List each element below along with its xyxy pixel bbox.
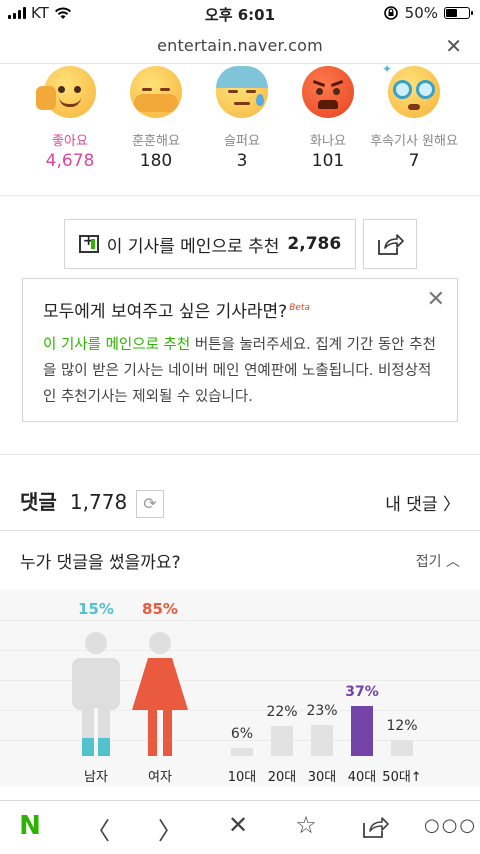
comments-header: 댓글 1,778 ⟳ 내 댓글 〉 bbox=[20, 486, 460, 522]
chevron-right-icon: 〉 bbox=[443, 495, 460, 515]
divider bbox=[0, 454, 480, 455]
reaction-warm[interactable]: 훈훈해요 180 bbox=[108, 66, 204, 171]
reaction-count: 4,678 bbox=[45, 151, 95, 171]
close-icon[interactable]: ✕ bbox=[427, 287, 445, 312]
reaction-sad[interactable]: 슬퍼요 3 bbox=[194, 66, 290, 171]
battery-percent: 50% bbox=[404, 4, 438, 22]
share-icon bbox=[378, 234, 404, 255]
reaction-angry[interactable]: 화나요 101 bbox=[280, 66, 376, 171]
female-figure-icon bbox=[132, 632, 188, 756]
reaction-count: 3 bbox=[236, 151, 248, 171]
rotation-lock-icon bbox=[383, 6, 398, 20]
recommend-info-box: 모두에게 보여주고 싶은 기사라면? Beta 이 기사를 메인으로 추천 버튼을… bbox=[22, 278, 458, 422]
info-title: 모두에게 보여주고 싶은 기사라면? Beta bbox=[43, 302, 310, 322]
male-label: 남자 bbox=[84, 770, 108, 785]
female-label: 여자 bbox=[148, 770, 172, 785]
bottom-toolbar: N 〈 〉 ✕ ☆ ○○○ bbox=[0, 800, 480, 854]
url-text[interactable]: entertain.naver.com bbox=[0, 36, 480, 55]
fold-button[interactable]: 접기 ︿ bbox=[416, 551, 460, 571]
comments-title: 댓글 bbox=[20, 490, 57, 514]
age-percent: 6% bbox=[230, 726, 254, 742]
recommend-icon bbox=[78, 233, 99, 253]
glasses-face-icon: ✦ bbox=[382, 62, 440, 118]
like-face-icon bbox=[36, 66, 96, 118]
reaction-label: 좋아요 bbox=[52, 134, 88, 149]
my-comments-link[interactable]: 내 댓글 〉 bbox=[385, 490, 460, 515]
share-icon[interactable] bbox=[355, 811, 395, 845]
reaction-count: 180 bbox=[139, 151, 173, 171]
recommend-label: 이 기사를 메인으로 추천 bbox=[106, 236, 280, 257]
reaction-row: 좋아요 4,678 훈훈해요 180 슬퍼요 3 화나요 101 ✦ 후속기사 … bbox=[0, 62, 480, 176]
reaction-label: 슬퍼요 bbox=[224, 134, 260, 149]
close-icon[interactable]: ✕ bbox=[445, 34, 462, 58]
refresh-icon[interactable]: ⟳ bbox=[136, 490, 164, 518]
age-percent: 12% bbox=[386, 718, 418, 734]
who-commented-title: 누가 댓글을 썼을까요? bbox=[20, 553, 181, 573]
info-highlight: 이 기사를 메인으로 추천 bbox=[43, 337, 191, 353]
age-percent: 37% bbox=[345, 684, 379, 700]
reaction-label: 화나요 bbox=[310, 134, 346, 149]
age-bar bbox=[351, 706, 373, 756]
angry-face-icon bbox=[302, 66, 354, 118]
age-bar bbox=[391, 740, 413, 756]
age-bar bbox=[311, 725, 333, 756]
recommend-count: 2,786 bbox=[287, 234, 342, 254]
info-description: 이 기사를 메인으로 추천 버튼을 눌러주세요. 집계 기간 동안 추천을 많이… bbox=[43, 337, 436, 405]
age-bar bbox=[231, 748, 253, 756]
recommend-to-main-button[interactable]: 이 기사를 메인으로 추천 2,786 bbox=[64, 219, 356, 269]
female-percent: 85% bbox=[142, 600, 178, 618]
forward-icon[interactable]: 〉 bbox=[150, 811, 190, 845]
bookmark-star-icon[interactable]: ☆ bbox=[286, 811, 326, 845]
reaction-count: 101 bbox=[311, 151, 345, 171]
share-button[interactable] bbox=[363, 219, 417, 269]
warm-face-icon bbox=[130, 66, 182, 118]
reaction-label: 후속기사 원해요 bbox=[370, 134, 458, 149]
divider bbox=[0, 530, 480, 531]
sad-face-icon bbox=[216, 66, 268, 118]
reaction-followup[interactable]: ✦ 후속기사 원해요 7 bbox=[366, 62, 462, 171]
more-icon[interactable]: ○○○ bbox=[424, 815, 475, 849]
commenter-stats: 15% 85% 남자 여자 6% 10대 22% 20대 23% 30대 37% 40대 12%… bbox=[0, 590, 480, 786]
reaction-like[interactable]: 좋아요 4,678 bbox=[22, 66, 118, 171]
beta-badge: Beta bbox=[289, 303, 310, 314]
divider bbox=[0, 195, 480, 196]
chevron-up-icon: ︿ bbox=[446, 554, 460, 570]
male-figure-icon bbox=[72, 632, 120, 756]
naver-home-icon[interactable]: N bbox=[10, 811, 50, 845]
reaction-count: 7 bbox=[408, 151, 420, 171]
battery-icon bbox=[444, 7, 473, 19]
male-percent: 15% bbox=[78, 600, 114, 618]
age-percent: 23% bbox=[306, 703, 338, 719]
close-icon[interactable]: ✕ bbox=[218, 811, 258, 845]
age-label: 50대↑ bbox=[382, 770, 422, 785]
back-icon[interactable]: 〈 bbox=[78, 811, 118, 845]
reaction-label: 훈훈해요 bbox=[132, 134, 180, 149]
status-bar: KT 오후 6:01 50% bbox=[0, 0, 480, 28]
url-bar: entertain.naver.com ✕ bbox=[0, 28, 480, 64]
comments-count: 1,778 bbox=[69, 490, 128, 514]
age-bar bbox=[271, 726, 293, 756]
